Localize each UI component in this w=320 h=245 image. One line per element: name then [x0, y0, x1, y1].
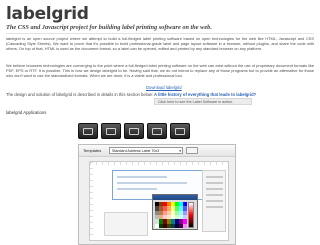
app-screenshot: Templates Standard Address Label 70x3 ▾ — [78, 144, 236, 245]
app-icon-row — [78, 123, 190, 139]
grid-app-icon[interactable] — [124, 123, 144, 139]
editor-app-icon[interactable] — [101, 123, 121, 139]
site-tagline: The CSS and Javascript project for build… — [6, 24, 212, 31]
color-swatch-grid[interactable] — [155, 202, 187, 228]
template-select-value: Standard Address Label 70x3 — [112, 149, 160, 153]
details-text: The design and solution of labelgrid is … — [6, 92, 154, 97]
site-logo[interactable]: labelgrid — [6, 4, 89, 24]
settings-app-icon[interactable] — [170, 123, 190, 139]
templates-label: Templates — [83, 148, 102, 153]
tools-sidebar — [202, 170, 226, 232]
labels-app-icon[interactable] — [78, 123, 98, 139]
color-picker-dialog[interactable] — [152, 194, 198, 230]
color-picker-titlebar[interactable] — [153, 195, 197, 200]
apply-template-button[interactable] — [186, 147, 198, 154]
intro-paragraph: labelgrid is an open source project wher… — [6, 36, 314, 52]
chevron-down-icon: ▾ — [179, 149, 181, 153]
properties-panel — [104, 212, 148, 236]
vertical-ruler — [90, 162, 93, 240]
template-select[interactable]: Standard Address Label 70x3 ▾ — [109, 147, 183, 154]
horizontal-ruler — [90, 162, 228, 165]
hue-slider[interactable] — [188, 202, 194, 228]
label-canvas[interactable] — [89, 161, 229, 241]
download-link[interactable]: Download labelgrid — [146, 85, 182, 90]
print-app-icon[interactable] — [147, 123, 167, 139]
header-divider — [6, 33, 314, 34]
video-banner[interactable]: Click here to see the Label Software in … — [154, 98, 252, 105]
video-banner-text: Click here to see the Label Software in … — [158, 100, 234, 104]
applications-heading: labelgrid Applications — [6, 110, 47, 115]
app-toolbar: Templates Standard Address Label 70x3 ▾ — [79, 145, 235, 157]
intro-paragraph-2: We believe browsers technologies are con… — [6, 63, 314, 79]
history-link[interactable]: A little history of everything that lead… — [154, 92, 256, 97]
